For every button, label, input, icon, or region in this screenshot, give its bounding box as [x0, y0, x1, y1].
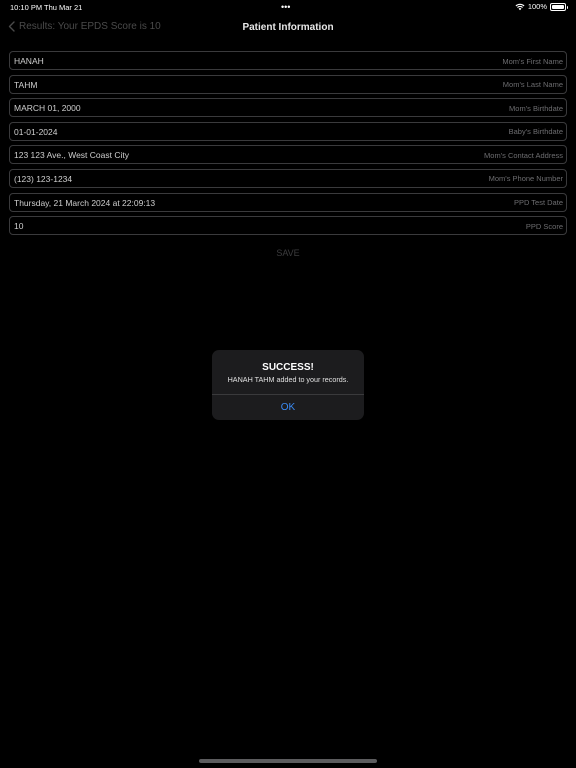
- status-right: 100%: [515, 2, 568, 11]
- field-value: (123) 123-1234: [14, 173, 73, 184]
- field-placeholder: PPD Test Date: [513, 198, 563, 208]
- field-placeholder: Mom's Birthdate: [509, 103, 563, 113]
- last-name-field[interactable]: TAHM Mom's Last Name: [9, 74, 567, 94]
- multitasking-dots-icon[interactable]: •••: [281, 2, 290, 12]
- field-placeholder: Baby's Birthdate: [508, 127, 563, 137]
- screen: 10:10 PM Thu Mar 21 ••• 100% Results: Yo…: [0, 0, 576, 768]
- field-placeholder: PPD Score: [525, 221, 563, 231]
- contact-address-field[interactable]: 123 123 Ave., West Coast City Mom's Cont…: [9, 145, 567, 165]
- field-value: 10: [14, 221, 24, 232]
- field-placeholder: Mom's Contact Address: [484, 150, 563, 160]
- status-bar: 10:10 PM Thu Mar 21 ••• 100%: [0, 0, 576, 14]
- ppd-score-field[interactable]: 10 PPD Score: [9, 216, 567, 236]
- success-alert: SUCCESS! HANAH TAHM added to your record…: [212, 350, 364, 420]
- status-date: Thu Mar 21: [44, 3, 83, 12]
- phone-number-field[interactable]: (123) 123-1234 Mom's Phone Number: [9, 168, 567, 188]
- field-value: 01-01-2024: [14, 126, 58, 137]
- first-name-field[interactable]: HANAH Mom's First Name: [9, 51, 567, 70]
- navigation-bar: Results: Your EPDS Score is 10 Patient I…: [0, 14, 576, 42]
- field-value: 123 123 Ave., West Coast City: [14, 150, 129, 161]
- wifi-icon: [515, 3, 525, 11]
- field-placeholder: Mom's Phone Number: [488, 174, 563, 184]
- field-placeholder: Mom's Last Name: [502, 80, 563, 90]
- field-value: TAHM: [14, 79, 38, 90]
- page-title: Patient Information: [242, 22, 334, 33]
- status-time: 10:10 PM: [10, 3, 43, 12]
- mom-birthdate-field[interactable]: MARCH 01, 2000 Mom's Birthdate: [9, 98, 567, 118]
- field-placeholder: Mom's First Name: [502, 56, 563, 66]
- save-button[interactable]: SAVE: [0, 248, 576, 258]
- alert-message: HANAH TAHM added to your records.: [227, 375, 349, 384]
- home-indicator[interactable]: [199, 759, 377, 763]
- battery-icon: [550, 2, 568, 11]
- field-value: HANAH: [14, 56, 44, 66]
- ok-button[interactable]: OK: [212, 395, 364, 420]
- field-value: Thursday, 21 March 2024 at 22:09:13: [14, 197, 156, 208]
- baby-birthdate-field[interactable]: 01-01-2024 Baby's Birthdate: [9, 121, 567, 141]
- battery-fill: [552, 4, 564, 9]
- battery-percentage: 100%: [527, 2, 547, 11]
- alert-title: SUCCESS!: [262, 362, 314, 373]
- patient-form: HANAH Mom's First Name TAHM Mom's Last N…: [9, 51, 567, 240]
- field-value: MARCH 01, 2000: [14, 103, 81, 114]
- ppd-test-date-field[interactable]: Thursday, 21 March 2024 at 22:09:13 PPD …: [9, 192, 567, 212]
